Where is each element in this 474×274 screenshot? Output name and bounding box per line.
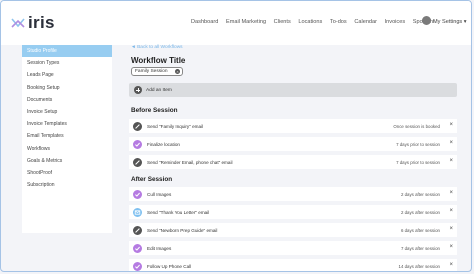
envelope-icon xyxy=(133,157,142,167)
workflow-row[interactable]: Send "Newborn Prep Guide" email 6 days a… xyxy=(129,223,457,237)
row-timing: 6 days after session xyxy=(400,227,440,233)
check-icon xyxy=(133,139,142,149)
avatar[interactable] xyxy=(422,16,431,25)
nav-locations[interactable]: Locations xyxy=(298,19,322,25)
workflow-title-label: Workflow Title xyxy=(131,56,186,65)
nav-todos[interactable]: To-dos xyxy=(330,19,347,25)
logo-text: iris xyxy=(28,13,55,32)
logo[interactable]: iris xyxy=(11,13,55,33)
row-label: Send "Reminder Email, phone chat" email xyxy=(147,159,233,165)
check-icon xyxy=(133,189,142,199)
row-timing: 7 days prior to session xyxy=(396,141,440,147)
envelope-icon xyxy=(133,207,142,217)
my-settings-label: My Settings xyxy=(433,19,463,25)
delete-icon[interactable]: × xyxy=(449,208,453,215)
delete-icon[interactable]: × xyxy=(449,244,453,251)
row-label: Edit Images xyxy=(147,245,172,251)
row-timing: 2 days after session xyxy=(400,191,440,197)
plus-icon xyxy=(134,86,142,94)
sidebar-item-email-templates[interactable]: Email Templates xyxy=(22,130,112,142)
row-label: Cull Images xyxy=(147,191,172,197)
workflow-row[interactable]: Send "Thank You Letter" email 2 days aft… xyxy=(129,205,457,219)
check-icon xyxy=(133,243,142,253)
envelope-icon xyxy=(133,121,142,131)
workflow-title-value: Family Session xyxy=(135,69,168,74)
sidebar-item-leads-page[interactable]: Leads Page xyxy=(22,69,112,81)
sidebar-item-shootproof[interactable]: ShootProof xyxy=(22,167,112,179)
before-session-heading: Before Session xyxy=(131,107,178,114)
nav-email-marketing[interactable]: Email Marketing xyxy=(226,19,266,25)
after-session-heading: After Session xyxy=(131,176,173,183)
row-label: Send "Thank You Letter" email xyxy=(147,209,210,215)
nav-calendar[interactable]: Calendar xyxy=(354,19,377,25)
sidebar-item-workflows[interactable]: Workflows xyxy=(22,143,112,155)
sidebar-item-studio-profile[interactable]: Studio Profile xyxy=(22,45,112,58)
delete-icon[interactable]: × xyxy=(449,262,453,269)
chevron-down-icon: ▾ xyxy=(462,19,467,25)
nav-invoices[interactable]: Invoices xyxy=(385,19,406,25)
row-label: Follow Up Phone Call xyxy=(147,263,192,269)
settings-sidebar: Studio Profile Session Types Leads Page … xyxy=(22,45,112,233)
my-settings-menu[interactable]: My Settings ▾ xyxy=(433,19,467,25)
main-nav: Dashboard Email Marketing Clients Locati… xyxy=(191,19,442,25)
workflow-row[interactable]: Follow Up Phone Call 14 days after sessi… xyxy=(129,259,457,271)
envelope-icon xyxy=(133,225,142,235)
sidebar-item-invoice-setup[interactable]: Invoice Setup xyxy=(22,106,112,118)
workflow-title-input[interactable]: Family Session × xyxy=(131,67,183,76)
clear-icon[interactable]: × xyxy=(175,69,180,75)
delete-icon[interactable]: × xyxy=(449,190,453,197)
row-label: Send "Family Inquiry" email xyxy=(147,123,204,129)
row-timing: 7 days prior to session xyxy=(396,159,440,165)
app-window: iris Dashboard Email Marketing Clients L… xyxy=(0,0,472,272)
workflow-row[interactable]: Send "Reminder Email, phone chat" email … xyxy=(129,155,457,169)
delete-icon[interactable]: × xyxy=(449,140,453,147)
delete-icon[interactable]: × xyxy=(449,122,453,129)
delete-icon[interactable]: × xyxy=(449,226,453,233)
sidebar-item-subscription[interactable]: Subscription xyxy=(22,179,112,191)
check-icon xyxy=(133,261,142,271)
add-item-label: Add an Item xyxy=(146,87,172,93)
delete-icon[interactable]: × xyxy=(449,158,453,165)
workflow-row[interactable]: Cull Images 2 days after session × xyxy=(129,187,457,201)
row-timing: 2 days after session xyxy=(400,209,440,215)
back-to-workflows-link[interactable]: ◄ Back to all Workflows xyxy=(131,45,183,50)
iris-logo-icon xyxy=(11,18,25,28)
row-timing: 14 days after session xyxy=(398,263,441,269)
workflow-row[interactable]: Edit Images 7 days after session × xyxy=(129,241,457,255)
sidebar-item-goals-metrics[interactable]: Goals & Metrics xyxy=(22,155,112,167)
row-timing: 7 days after session xyxy=(400,245,440,251)
nav-dashboard[interactable]: Dashboard xyxy=(191,19,218,25)
row-label: Finalize location xyxy=(147,141,180,147)
add-item-button[interactable]: Add an Item xyxy=(129,83,457,97)
sidebar-item-session-types[interactable]: Session Types xyxy=(22,57,112,69)
nav-clients[interactable]: Clients xyxy=(274,19,291,25)
row-label: Send "Newborn Prep Guide" email xyxy=(147,227,218,233)
sidebar-item-booking-setup[interactable]: Booking Setup xyxy=(22,82,112,94)
workflow-row[interactable]: Finalize location 7 days prior to sessio… xyxy=(129,137,457,151)
sidebar-item-invoice-templates[interactable]: Invoice Templates xyxy=(22,118,112,130)
top-header: iris Dashboard Email Marketing Clients L… xyxy=(1,1,471,45)
sidebar-item-documents[interactable]: Documents xyxy=(22,94,112,106)
row-timing: Once session is booked xyxy=(393,123,440,129)
workflow-row[interactable]: Send "Family Inquiry" email Once session… xyxy=(129,119,457,133)
